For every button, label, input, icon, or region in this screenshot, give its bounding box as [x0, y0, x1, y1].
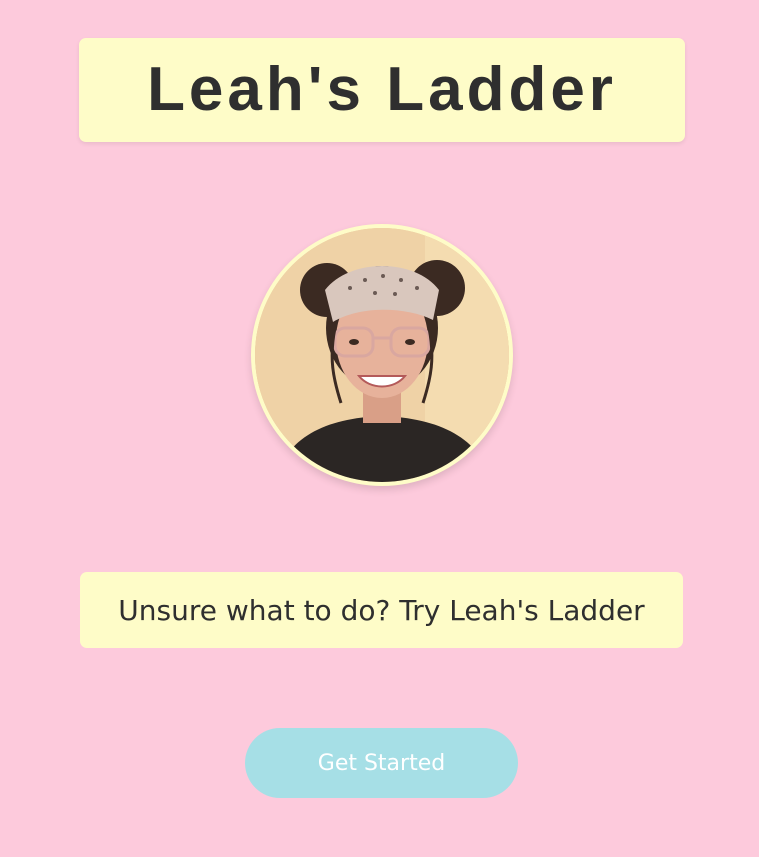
avatar [255, 228, 509, 482]
tagline-text: Unsure what to do? Try Leah's Ladder [118, 593, 645, 627]
tagline-card: Unsure what to do? Try Leah's Ladder [80, 572, 683, 648]
page-title: Leah's Ladder [147, 55, 617, 124]
get-started-button[interactable]: Get Started [245, 728, 518, 798]
person-photo-icon [255, 228, 509, 482]
title-card: Leah's Ladder [79, 38, 685, 142]
avatar-frame [251, 224, 513, 486]
